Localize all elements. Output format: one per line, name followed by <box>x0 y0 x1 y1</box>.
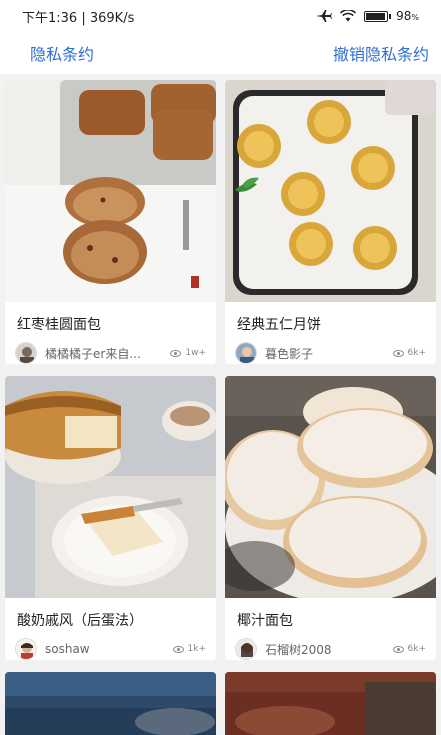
recipe-meta: soshaw 1k+ <box>5 632 216 660</box>
view-count: 1k+ <box>172 644 206 654</box>
percent-sign: % <box>411 13 419 22</box>
recipe-card[interactable]: 红枣桂圆面包 橘橘橘子er来自... 1w+ <box>5 80 216 364</box>
eye-icon <box>392 349 404 357</box>
author-name[interactable]: 橘橘橘子er来自... <box>45 345 164 362</box>
recipe-image[interactable] <box>5 80 216 302</box>
recipe-image[interactable] <box>5 376 216 598</box>
recipe-image[interactable] <box>225 672 436 735</box>
author-name[interactable]: soshaw <box>45 642 167 656</box>
top-bar: 隐私条约 撤销隐私条约 <box>0 32 441 74</box>
battery-percent: 98% <box>396 9 419 23</box>
recipe-card[interactable] <box>225 672 436 735</box>
recipe-image[interactable] <box>225 80 436 302</box>
status-right: 98% <box>316 9 419 23</box>
recipe-card[interactable]: 经典五仁月饼 暮色影子 6k+ <box>225 80 436 364</box>
battery-value: 98 <box>396 9 412 23</box>
recipe-grid: 红枣桂圆面包 橘橘橘子er来自... 1w+ 经典五仁月饼 暮色影子 6k+ 酸… <box>0 74 441 735</box>
view-count-value: 6k+ <box>407 644 426 654</box>
avatar[interactable] <box>15 342 37 364</box>
privacy-link[interactable]: 隐私条约 <box>30 41 94 65</box>
recipe-meta: 石榴树2008 6k+ <box>225 632 436 660</box>
wifi-icon <box>340 10 357 22</box>
recipe-card[interactable] <box>5 672 216 735</box>
recipe-image[interactable] <box>5 672 216 735</box>
eye-icon <box>170 349 182 357</box>
airplane-icon <box>316 10 333 22</box>
author-name[interactable]: 暮色影子 <box>265 345 387 362</box>
view-count-value: 1k+ <box>187 644 206 654</box>
view-count-value: 6k+ <box>407 348 426 358</box>
view-count: 1w+ <box>170 348 206 358</box>
recipe-image[interactable] <box>225 376 436 598</box>
status-time: 下午1:36 <box>22 10 78 26</box>
avatar[interactable] <box>235 342 257 364</box>
avatar[interactable] <box>235 638 257 660</box>
recipe-card[interactable]: 酸奶戚风（后蛋法） soshaw 1k+ <box>5 376 216 660</box>
eye-icon <box>392 645 404 653</box>
recipe-card[interactable]: 椰汁面包 石榴树2008 6k+ <box>225 376 436 660</box>
avatar[interactable] <box>15 638 37 660</box>
status-bar: 下午1:36 | 369K/s 98% <box>0 0 441 32</box>
recipe-title[interactable]: 经典五仁月饼 <box>225 302 436 336</box>
status-separator: | <box>81 10 90 26</box>
status-speed: 369K/s <box>89 10 135 26</box>
recipe-title[interactable]: 红枣桂圆面包 <box>5 302 216 336</box>
revoke-privacy-link[interactable]: 撤销隐私条约 <box>333 41 429 65</box>
battery-icon <box>364 10 392 22</box>
battery-fill <box>366 12 385 20</box>
recipe-meta: 橘橘橘子er来自... 1w+ <box>5 336 216 364</box>
recipe-title[interactable]: 酸奶戚风（后蛋法） <box>5 598 216 632</box>
view-count-value: 1w+ <box>185 348 206 358</box>
view-count: 6k+ <box>392 348 426 358</box>
status-left: 下午1:36 | 369K/s <box>22 7 316 26</box>
author-name[interactable]: 石榴树2008 <box>265 641 387 658</box>
recipe-meta: 暮色影子 6k+ <box>225 336 436 364</box>
recipe-title[interactable]: 椰汁面包 <box>225 598 436 632</box>
view-count: 6k+ <box>392 644 426 654</box>
eye-icon <box>172 645 184 653</box>
